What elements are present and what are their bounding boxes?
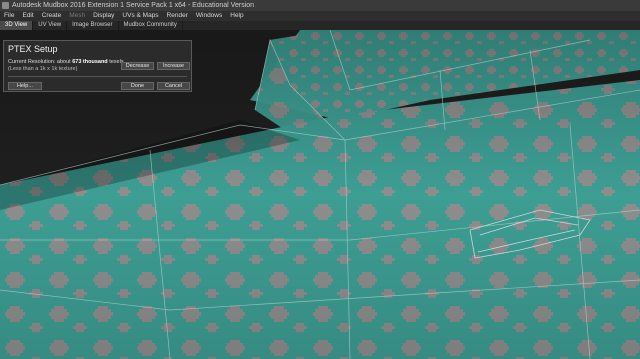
title-bar: Autodesk Mudbox 2016 Extension 1 Service…: [0, 0, 640, 11]
menu-file[interactable]: File: [0, 11, 18, 21]
resolution-value: 673 thousand: [72, 59, 108, 65]
increase-button[interactable]: Increase: [157, 62, 190, 70]
dialog-title: PTEX Setup: [8, 44, 58, 54]
menu-display[interactable]: Display: [89, 11, 118, 21]
done-button[interactable]: Done: [121, 82, 154, 90]
tab-3d-view[interactable]: 3D View: [0, 21, 34, 30]
tab-uv-view[interactable]: UV View: [33, 21, 68, 30]
menu-uvs-maps[interactable]: UVs & Maps: [118, 11, 162, 21]
menu-windows[interactable]: Windows: [192, 11, 226, 21]
ptex-setup-dialog: PTEX Setup Current Resolution: about 673…: [3, 40, 192, 92]
menu-edit[interactable]: Edit: [18, 11, 37, 21]
cancel-button[interactable]: Cancel: [157, 82, 190, 90]
view-tabs: 3D View UV View Image Browser Mudbox Com…: [0, 21, 640, 30]
tab-image-browser[interactable]: Image Browser: [67, 21, 119, 30]
resolution-prefix: Current Resolution: about: [8, 59, 73, 65]
window-title: Autodesk Mudbox 2016 Extension 1 Service…: [12, 2, 255, 9]
texture-size-note: (Less than a 1k x 1k texture): [8, 66, 78, 72]
current-resolution-text: Current Resolution: about 673 thousand t…: [8, 59, 124, 65]
tab-mudbox-community[interactable]: Mudbox Community: [119, 21, 183, 30]
menu-mesh[interactable]: Mesh: [65, 11, 89, 21]
menu-bar: File Edit Create Mesh Display UVs & Maps…: [0, 11, 640, 21]
dialog-divider: [8, 76, 187, 77]
decrease-button[interactable]: Decrease: [121, 62, 154, 70]
menu-create[interactable]: Create: [38, 11, 66, 21]
menu-help[interactable]: Help: [226, 11, 247, 21]
menu-render[interactable]: Render: [163, 11, 192, 21]
mudbox-app-icon[interactable]: [2, 2, 9, 9]
help-button[interactable]: Help...: [8, 82, 42, 90]
